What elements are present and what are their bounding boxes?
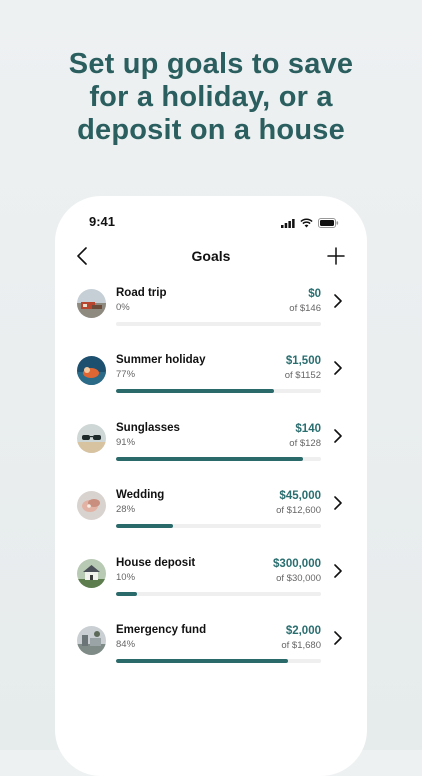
chevron-right-icon[interactable] (333, 429, 343, 443)
goal-name: Emergency fund (116, 624, 207, 636)
road-trip-photo (77, 289, 106, 318)
goal-row[interactable]: Sunglasses 91% $140 of $128 (55, 420, 367, 476)
goal-amount: $45,000 (279, 490, 321, 502)
goal-target: of $128 (289, 438, 321, 449)
headline-line-2: for a holiday, or a (89, 81, 333, 113)
navigation-bar: Goals (55, 246, 367, 266)
goal-name: Sunglasses (116, 422, 180, 434)
battery-icon (318, 218, 339, 228)
chevron-right-icon[interactable] (333, 631, 343, 645)
goal-name: Road trip (116, 287, 167, 299)
road-trip-avatar (77, 289, 106, 318)
house-photo (77, 559, 106, 588)
goal-row[interactable]: Emergency fund 84% $2,000 of $1,680 (55, 622, 367, 678)
goal-name: Wedding (116, 489, 165, 501)
chevron-right-icon[interactable] (333, 496, 343, 510)
chevron-right-icon[interactable] (333, 294, 343, 308)
headline-line-3: deposit on a house (77, 114, 345, 146)
status-time: 9:41 (89, 214, 116, 229)
emergency-fund-photo (77, 626, 106, 655)
goal-target: of $30,000 (276, 573, 321, 584)
plus-icon[interactable] (327, 247, 345, 265)
goal-amount: $140 (295, 423, 321, 435)
goal-name: House deposit (116, 557, 196, 569)
goal-percent: 77% (116, 369, 136, 380)
goal-amount: $2,000 (285, 625, 321, 637)
goal-percent: 91% (116, 437, 136, 448)
sunglasses-photo (77, 424, 106, 453)
progress-track (116, 322, 321, 326)
goal-percent: 28% (116, 504, 136, 515)
summer-holiday-photo (77, 356, 106, 385)
progress-track (116, 592, 321, 596)
headline-line-1: Set up goals to save (68, 48, 354, 80)
goal-percent: 10% (116, 572, 136, 583)
progress-track (116, 524, 321, 528)
progress-fill (116, 389, 274, 393)
emergency-fund-avatar (77, 626, 106, 655)
wedding-photo (77, 491, 106, 520)
sunglasses-avatar (77, 424, 106, 453)
progress-fill (116, 457, 303, 461)
goal-percent: 0% (116, 302, 130, 313)
progress-fill (116, 592, 137, 596)
goal-amount: $0 (308, 288, 321, 300)
headline: Set up goals to save for a holiday, or a… (0, 48, 422, 147)
goal-target: of $1,680 (281, 640, 321, 651)
goal-amount: $300,000 (273, 558, 321, 570)
status-icons (281, 218, 339, 228)
progress-track (116, 659, 321, 663)
goal-name: Summer holiday (116, 354, 206, 366)
progress-fill (116, 524, 174, 528)
chevron-right-icon[interactable] (333, 361, 343, 375)
goal-target: of $1152 (284, 370, 321, 381)
wifi-icon (300, 218, 313, 228)
chevron-right-icon[interactable] (333, 564, 343, 578)
summer-holiday-avatar (77, 356, 106, 385)
goal-row[interactable]: Road trip 0% $0 of $146 (55, 285, 367, 341)
wedding-avatar (77, 491, 106, 520)
goal-row[interactable]: Summer holiday 77% $1,500 of $1152 (55, 352, 367, 408)
progress-track (116, 457, 321, 461)
goal-row[interactable]: House deposit 10% $300,000 of $30,000 (55, 555, 367, 611)
goal-amount: $1,500 (285, 355, 321, 367)
goal-percent: 84% (116, 639, 136, 650)
goal-row[interactable]: Wedding 28% $45,000 of $12,600 (55, 487, 367, 543)
goal-target: of $12,600 (276, 505, 321, 516)
phone-screen: 9:41 Goals Road trip 0% $0 of $146 Summe… (55, 196, 367, 776)
progress-fill (116, 659, 289, 663)
progress-track (116, 389, 321, 393)
cellular-signal-icon (281, 218, 295, 228)
status-bar: 9:41 (55, 214, 367, 234)
page-title: Goals (191, 248, 231, 264)
house-deposit-avatar (77, 559, 106, 588)
goal-target: of $146 (289, 303, 321, 314)
